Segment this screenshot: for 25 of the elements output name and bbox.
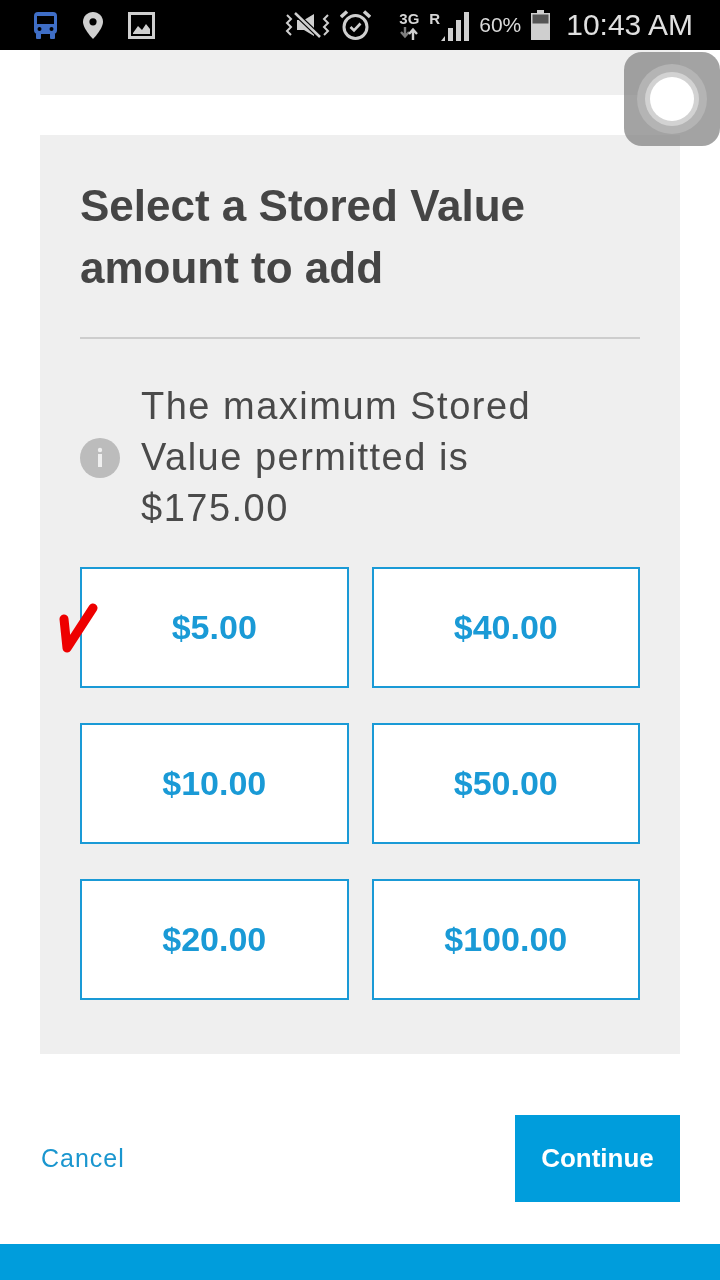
amount-option[interactable]: $100.00: [371, 879, 640, 1000]
amount-option[interactable]: $40.00: [371, 567, 640, 688]
continue-button[interactable]: Continue: [515, 1115, 680, 1202]
data-arrows-icon: [399, 26, 420, 40]
amount-option[interactable]: $10.00: [80, 723, 349, 844]
battery-percent: 60%: [479, 13, 522, 37]
clock-time: 10:43 AM: [566, 8, 693, 42]
bus-icon[interactable]: [33, 11, 58, 39]
floating-circle-button[interactable]: [624, 52, 720, 146]
panel-title: Select a Stored Value amount to add: [80, 180, 527, 294]
amount-option[interactable]: $20.00: [80, 879, 349, 1000]
location-pin-icon[interactable]: [83, 11, 103, 39]
alarm-clock-icon: [340, 9, 372, 41]
image-icon[interactable]: [128, 11, 155, 39]
max-value-note: The maximum Stored Value permitted is $175.00: [141, 384, 533, 531]
amount-option[interactable]: $50.00: [371, 723, 640, 844]
vibrate-muted-icon: [285, 11, 331, 39]
info-icon: [80, 437, 120, 478]
roaming-label: R: [429, 11, 441, 26]
amount-option[interactable]: $5.00: [80, 567, 349, 688]
cancel-link[interactable]: Cancel: [41, 1144, 125, 1173]
battery-icon: [531, 10, 551, 40]
concentric-circle-icon: [637, 64, 707, 134]
signal-bars-icon: [441, 9, 470, 41]
network-type-label: 3G: [399, 10, 420, 26]
